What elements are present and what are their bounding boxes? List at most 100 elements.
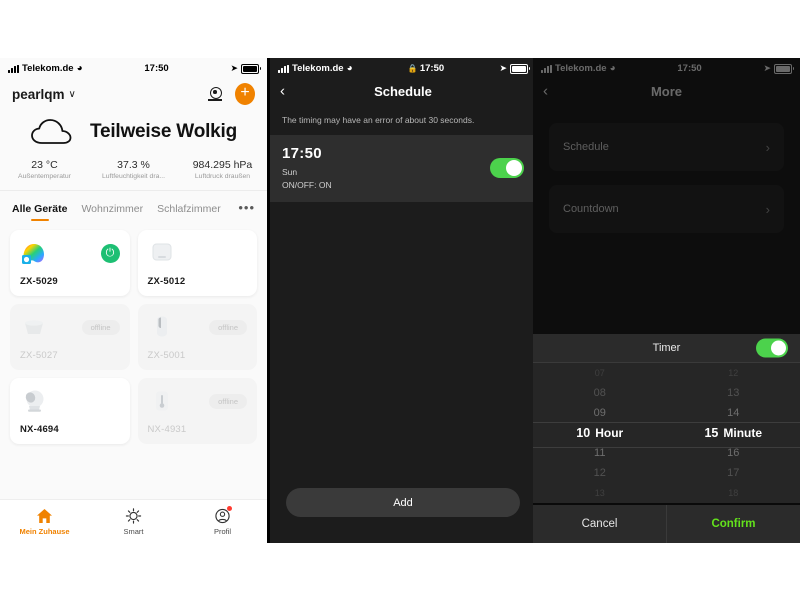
timer-picker-sheet: Timer 07 08 09 10 Hour 11 12 13 12 13 14… [533,334,800,543]
more-item-countdown[interactable]: Countdown › [549,185,784,233]
minute-unit-label: Minute [723,426,763,440]
phone-panel-schedule: Telekom.de ◕ 🔒 17:50 ➤ ‹ Schedule The ti… [267,58,539,543]
scan-camera-icon[interactable] [207,86,223,102]
device-card-zx-5029[interactable]: ⏻ ZX-5029 [10,230,130,296]
home-name-label[interactable]: pearlqm [12,87,65,102]
weather-condition: Teilweise Wolkig [89,121,238,142]
tab-alle-geraete[interactable]: Alle Geräte [12,203,67,221]
schedule-hint: The timing may have an error of about 30… [270,105,536,135]
timer-title: Timer [652,342,681,354]
hour-option[interactable]: 13 [533,483,667,503]
chevron-left-icon[interactable]: ‹ [280,83,285,100]
hour-wheel[interactable]: 07 08 09 10 Hour 11 12 13 [533,363,667,503]
chevron-right-icon: › [765,201,770,217]
device-card-top: offline [20,314,120,340]
confirm-button[interactable]: Confirm [666,505,800,543]
status-bar-right: ➤ [763,63,794,74]
stat-pressure: 984.295 hPa Luftdruck draußen [178,159,267,180]
tab-schlafzimmer[interactable]: Schlafzimmer [157,203,221,221]
location-arrow-icon: ➤ [763,63,771,73]
page-title: More [650,83,683,99]
status-bar-time: 17:50 [419,63,445,74]
device-card-zx-5027[interactable]: offline ZX-5027 [10,304,130,370]
minute-option[interactable]: 14 [667,403,800,423]
status-bar-more: Telekom.de ◕ 17:50 ➤ [533,58,800,77]
timer-picker-header: Timer [533,334,800,363]
location-arrow-icon: ➤ [230,63,238,73]
schedule-navbar: ‹ Schedule [270,77,536,105]
bottom-tab-bar: Mein Zuhause Smart Profil [0,499,267,543]
schedule-time: 17:50 [282,145,322,162]
cancel-button[interactable]: Cancel [533,505,666,543]
tabbar-label: Mein Zuhause [19,527,70,536]
minute-option[interactable]: 16 [667,443,800,463]
minute-option[interactable]: 12 [667,363,800,383]
ip-camera-icon [20,388,48,414]
device-card-nx-4694[interactable]: NX-4694 [10,378,130,444]
device-card-top: ⏻ [20,240,120,266]
hour-option[interactable]: 08 [533,383,667,403]
minute-selected-value: 15 [704,426,719,440]
tabs-more-icon[interactable]: ••• [238,200,255,221]
hour-option[interactable]: 11 [533,443,667,463]
screenshot-root: Telekom.de ◕ 17:50 ➤ pearlqm ∨ + Teilwei… [0,0,800,600]
more-item-label: Schedule [563,141,609,153]
tabbar-item-smart[interactable]: Smart [89,500,178,543]
schedule-item[interactable]: 17:50 Sun ON/OFF: ON [270,135,536,202]
home-header-actions: + [207,83,255,105]
schedule-state: ON/OFF: ON [282,180,332,190]
signal-bars-icon [278,64,289,73]
status-bar-left: Telekom.de ◕ [278,63,353,74]
minute-selected[interactable]: 15 Minute [667,423,800,443]
status-bar-time: 17:50 [144,63,169,74]
tabbar-label: Profil [213,527,232,536]
stat-label: Luftfeuchtigkeit dra... [101,173,166,180]
minute-option[interactable]: 18 [667,483,800,503]
status-bar-center: 🔒 17:50 [353,63,500,74]
hour-option[interactable]: 07 [533,363,667,383]
plus-icon[interactable]: + [235,83,255,105]
power-button[interactable]: ⏻ [100,243,120,263]
device-name: NX-4931 [147,424,187,435]
minute-option[interactable]: 17 [667,463,800,483]
chevron-down-icon[interactable]: ∨ [69,89,76,100]
hour-selected[interactable]: 10 Hour [533,423,667,443]
offline-badge: offline [81,319,120,335]
more-item-label: Countdown [563,203,619,215]
stat-temperature: 23 °C Außentemperatur [0,159,89,180]
tab-wohnzimmer[interactable]: Wohnzimmer [81,203,143,221]
device-card-top [20,388,120,414]
signal-bars-icon [541,64,552,73]
stat-value: 23 °C [31,159,58,171]
home-header: pearlqm ∨ + [0,77,267,109]
notification-badge-dot [227,506,232,511]
weather-summary: Teilweise Wolkig [0,109,267,153]
add-button[interactable]: Add [286,488,520,517]
battery-icon [510,63,530,74]
tabbar-item-mein-zuhause[interactable]: Mein Zuhause [0,500,89,543]
profile-icon [214,506,232,524]
device-card-nx-4931[interactable]: offline NX-4931 [137,378,257,444]
smart-switch-icon [148,240,176,266]
schedule-days: Sun [282,167,298,177]
minute-option[interactable]: 13 [667,383,800,403]
tabbar-item-profil[interactable]: Profil [178,500,267,543]
device-card-zx-5001[interactable]: offline ZX-5001 [137,304,257,370]
hour-option[interactable]: 09 [533,403,667,423]
schedule-toggle[interactable] [490,157,524,178]
hour-option[interactable]: 12 [533,463,667,483]
more-item-schedule[interactable]: Schedule › [549,123,784,171]
motion-sensor-icon [148,314,176,340]
device-name: ZX-5012 [147,276,186,287]
location-arrow-icon: ➤ [499,63,507,73]
status-bar-time: 17:50 [677,63,702,74]
device-card-top [148,240,248,266]
smart-socket-icon [20,314,48,340]
minute-wheel[interactable]: 12 13 14 15 Minute 16 17 18 [667,363,800,503]
more-navbar: ‹ More [533,77,800,105]
timer-toggle[interactable] [756,338,788,358]
carrier-label: Telekom.de [22,63,74,74]
more-screen-dimmed: Telekom.de ◕ 17:50 ➤ ‹ More Schedule › C… [533,58,800,303]
device-card-zx-5012[interactable]: ZX-5012 [137,230,257,296]
chevron-left-icon[interactable]: ‹ [543,83,548,100]
